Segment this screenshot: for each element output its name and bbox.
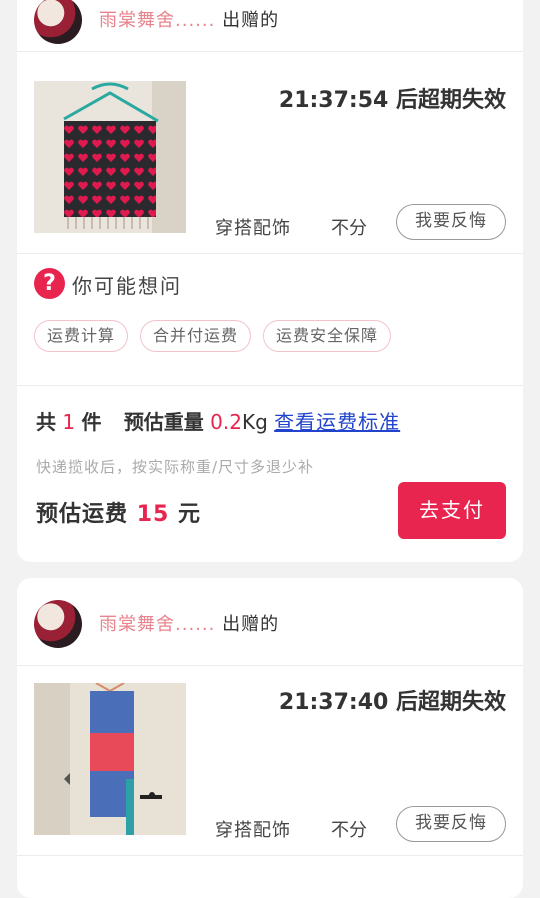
product-row[interactable]: 21:37:40 后超期失效 穿搭配饰 不分 我要反悔 (17, 666, 523, 856)
category-label: 穿搭配饰 (215, 218, 291, 239)
fee-label: 预估运费 (36, 502, 129, 527)
avatar[interactable] (34, 0, 82, 44)
fee-value: 15 (136, 502, 170, 527)
category-label: 穿搭配饰 (215, 820, 291, 841)
shipping-note: 快递揽收后，按实际称重/尺寸多退少补 (36, 458, 315, 476)
seller-name[interactable]: 雨棠舞舍...... (99, 614, 215, 635)
item-count: 1 (62, 410, 76, 434)
question-icon: ? (34, 268, 65, 299)
expire-countdown: 21:37:54 后超期失效 (278, 88, 506, 113)
count-suffix: 件 (81, 410, 102, 434)
estimated-fee: 预估运费 15 元 (36, 496, 201, 528)
regret-button[interactable]: 我要反悔 (396, 806, 506, 842)
shipping-summary: 共 1 件 预估重量 0.2Kg 查看运费标准 (36, 406, 400, 435)
fee-unit: 元 (177, 502, 201, 527)
avatar[interactable] (34, 600, 82, 648)
faq-chip-shipping-guarantee[interactable]: 运费安全保障 (263, 320, 392, 352)
weight-value: 0.2 (210, 410, 242, 434)
seller-suffix: 出赠的 (222, 614, 280, 635)
scarf-heart-pattern-image (34, 81, 186, 233)
product-thumbnail[interactable] (34, 683, 186, 835)
weight-label: 预估重量 (123, 410, 204, 434)
product-row[interactable]: 21:37:54 后超期失效 穿搭配饰 不分 我要反悔 (17, 64, 523, 254)
size-label: 不分 (331, 218, 367, 239)
faq-chip-shipping-calc[interactable]: 运费计算 (34, 320, 129, 352)
pay-button[interactable]: 去支付 (398, 482, 506, 539)
order-card: 雨棠舞舍...... 出赠的 21:37:40 后超期失效 穿搭配饰 不分 我要… (17, 578, 523, 898)
seller-row[interactable]: 雨棠舞舍...... 出赠的 (17, 578, 523, 666)
weight-unit: Kg (241, 410, 268, 434)
expire-countdown: 21:37:40 后超期失效 (278, 690, 506, 715)
seller-row[interactable]: 雨棠舞舍...... 出赠的 (17, 0, 523, 52)
seller-name[interactable]: 雨棠舞舍...... (99, 10, 215, 31)
seller-suffix: 出赠的 (222, 10, 280, 31)
seller-text: 雨棠舞舍...... 出赠的 (99, 610, 279, 636)
faq-title: 你可能想问 (72, 274, 182, 298)
seller-text: 雨棠舞舍...... 出赠的 (99, 6, 279, 32)
shipping-section: 共 1 件 预估重量 0.2Kg 查看运费标准 快递揽收后，按实际称重/尺寸多退… (17, 386, 523, 562)
size-label: 不分 (331, 820, 367, 841)
faq-chip-merge-shipping[interactable]: 合并付运费 (140, 320, 252, 352)
product-thumbnail[interactable] (34, 81, 186, 233)
regret-button[interactable]: 我要反悔 (396, 204, 506, 240)
faq-section: ? 你可能想问 运费计算 合并付运费 运费安全保障 (17, 254, 523, 386)
count-prefix: 共 (36, 410, 56, 434)
scarf-stripe-image (34, 683, 186, 835)
order-card: 雨棠舞舍...... 出赠的 21:37:54 后超期失效 穿搭配饰 不分 我要… (17, 0, 523, 562)
faq-chips: 运费计算 合并付运费 运费安全保障 (34, 320, 392, 352)
shipping-standard-link[interactable]: 查看运费标准 (274, 410, 400, 434)
